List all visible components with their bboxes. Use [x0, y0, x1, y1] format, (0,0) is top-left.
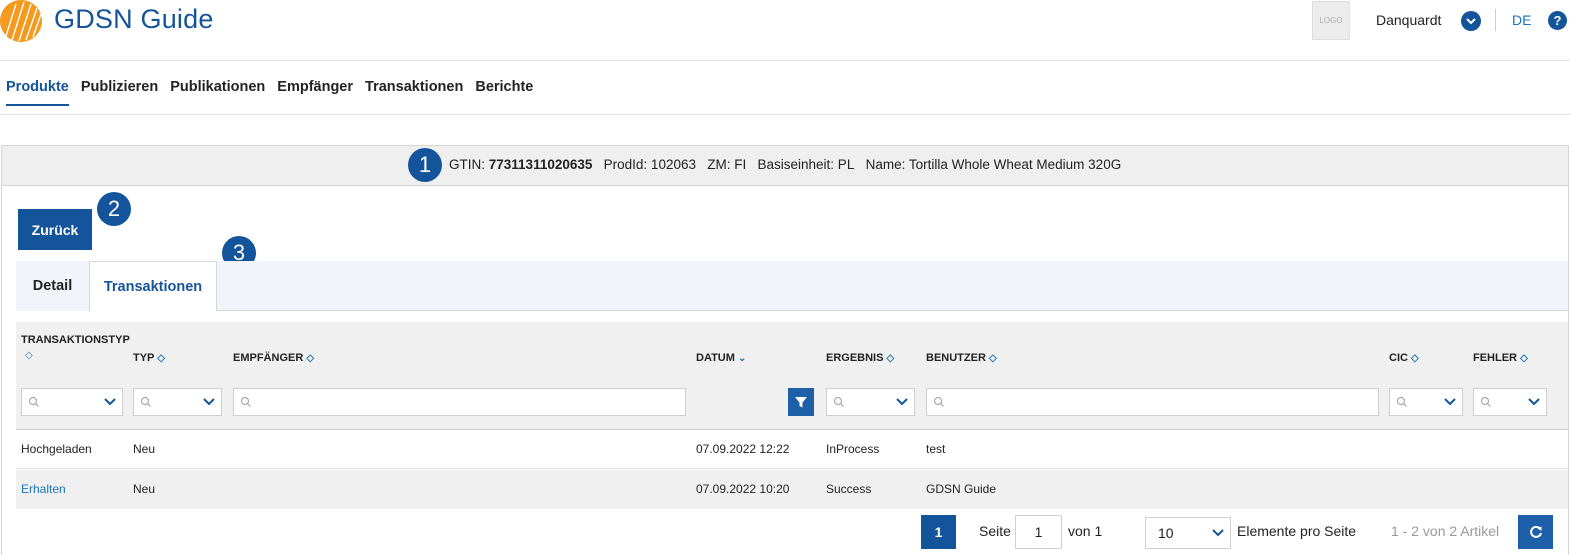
pager-page-label: Seite — [979, 523, 1011, 539]
refresh-button[interactable] — [1518, 515, 1553, 549]
tab-bar — [16, 261, 1568, 311]
filter-typ-select[interactable] — [133, 388, 222, 416]
sort-icon[interactable]: ◇ — [157, 353, 165, 364]
chevron-down-icon — [896, 398, 908, 406]
back-button[interactable]: Zurück — [18, 209, 92, 250]
annotation-badge-2: 2 — [97, 192, 131, 226]
cell-transaktionstyp-link[interactable]: Erhalten — [21, 482, 66, 496]
column-label-ergebnis: ERGEBNIS — [826, 352, 884, 364]
chevron-down-icon — [1444, 398, 1456, 406]
search-icon — [933, 396, 944, 407]
funnel-icon — [795, 397, 807, 408]
filter-fehler-select[interactable] — [1473, 388, 1547, 416]
pager-page-input[interactable]: 1 — [1015, 515, 1062, 549]
header-divider — [0, 60, 1570, 61]
column-header-cic[interactable]: CIC ◇ — [1389, 352, 1419, 364]
column-header-fehler[interactable]: FEHLER ◇ — [1473, 352, 1528, 364]
chevron-down-icon — [203, 398, 215, 406]
page-size-select[interactable]: 10 — [1145, 517, 1231, 549]
tab-detail[interactable]: Detail — [16, 261, 89, 311]
search-icon — [140, 396, 151, 407]
search-icon — [1396, 396, 1407, 407]
column-label-datum: DATUM — [696, 352, 735, 364]
cell-transaktionstyp: Hochgeladen — [21, 442, 92, 456]
filter-empfaenger-input[interactable] — [233, 388, 686, 416]
annotation-badge-1: 1 — [408, 148, 442, 182]
language-switch[interactable]: DE — [1512, 12, 1531, 28]
sort-icon[interactable]: ◇ — [989, 353, 997, 364]
column-label-fehler: FEHLER — [1473, 352, 1517, 364]
search-icon — [240, 396, 251, 407]
table-row[interactable]: Hochgeladen Neu 07.09.2022 12:22 InProce… — [16, 430, 1568, 469]
column-header-datum[interactable]: DATUM ⌄ — [696, 352, 746, 364]
nav-item-transaktionen[interactable]: Transaktionen — [365, 79, 463, 106]
main-nav: Produkte Publizieren Publikationen Empfä… — [6, 79, 533, 106]
nav-item-publizieren[interactable]: Publizieren — [81, 79, 158, 106]
prodid: ProdId: 102063 — [603, 157, 696, 172]
nav-divider — [0, 114, 1570, 115]
header-separator — [1495, 9, 1496, 31]
user-menu-chevron-icon[interactable] — [1461, 11, 1481, 31]
sort-icon[interactable]: ◇ — [1411, 353, 1419, 364]
app-title: GDSN Guide — [54, 4, 214, 34]
column-label-benutzer: BENUTZER — [926, 352, 986, 364]
sort-desc-icon[interactable]: ⌄ — [738, 353, 746, 364]
sort-icon[interactable]: ◇ — [887, 353, 895, 364]
sort-icon[interactable]: ◇ — [25, 350, 33, 361]
filter-benutzer-input[interactable] — [926, 388, 1379, 416]
user-name[interactable]: Danquardt — [1376, 12, 1441, 28]
refresh-icon — [1529, 525, 1542, 538]
gtin-label: GTIN: — [449, 157, 485, 172]
filter-cic-select[interactable] — [1389, 388, 1463, 416]
column-header-typ[interactable]: TYP ◇ — [133, 352, 165, 364]
filter-transaktionstyp-select[interactable] — [21, 388, 123, 416]
column-label-cic: CIC — [1389, 352, 1408, 364]
search-icon — [833, 396, 844, 407]
column-label-typ: TYP — [133, 352, 155, 364]
pager-current-page[interactable]: 1 — [921, 515, 956, 549]
basiseinheit: Basiseinheit: PL — [757, 157, 855, 172]
chevron-down-icon — [1528, 398, 1540, 406]
gtin-value: 77311311020635 — [488, 157, 593, 172]
customer-logo-placeholder: LOGO — [1312, 1, 1350, 40]
sort-icon[interactable]: ◇ — [306, 353, 314, 364]
column-header-ergebnis[interactable]: ERGEBNIS ◇ — [826, 352, 894, 364]
cell-ergebnis: Success — [826, 482, 872, 496]
page-size-value: 10 — [1158, 525, 1174, 541]
search-icon — [1480, 396, 1491, 407]
brand-logo-icon[interactable] — [0, 0, 42, 42]
column-header-transaktionstyp[interactable]: TRANSAKTIONSTYP — [21, 334, 130, 346]
chevron-down-icon — [104, 398, 116, 406]
page-size-label: Elemente pro Seite — [1237, 523, 1357, 539]
tab-transaktionen[interactable]: Transaktionen — [89, 261, 217, 312]
product-info: GTIN: 77311311020635 ProdId: 102063 ZM: … — [449, 157, 1121, 172]
chevron-down-icon — [1212, 529, 1224, 537]
cell-datum: 07.09.2022 10:20 — [696, 482, 790, 496]
cell-datum: 07.09.2022 12:22 — [696, 442, 790, 456]
nav-item-produkte[interactable]: Produkte — [6, 79, 69, 106]
nav-item-publikationen[interactable]: Publikationen — [170, 79, 265, 106]
nav-item-empfaenger[interactable]: Empfänger — [277, 79, 353, 106]
cell-benutzer: test — [926, 442, 946, 456]
sort-icon[interactable]: ◇ — [1520, 353, 1528, 364]
search-icon — [28, 396, 39, 407]
zm: ZM: FI — [707, 157, 747, 172]
column-header-empfaenger[interactable]: EMPFÄNGER ◇ — [233, 352, 314, 364]
filter-datum-button[interactable] — [788, 388, 814, 416]
filter-ergebnis-select[interactable] — [826, 388, 915, 416]
pager-info: 1 - 2 von 2 Artikel — [1391, 523, 1500, 539]
cell-ergebnis: InProcess — [826, 442, 880, 456]
cell-benutzer: GDSN Guide — [926, 482, 997, 496]
column-header-benutzer[interactable]: BENUTZER ◇ — [926, 352, 997, 364]
column-label-empfaenger: EMPFÄNGER — [233, 352, 304, 364]
table-row[interactable]: Erhalten Neu 07.09.2022 10:20 Success GD… — [16, 470, 1568, 509]
pager-of-label: von 1 — [1068, 523, 1103, 539]
help-icon[interactable]: ? — [1548, 11, 1567, 30]
product-name: Name: Tortilla Whole Wheat Medium 320G — [865, 157, 1122, 172]
nav-item-berichte[interactable]: Berichte — [475, 79, 533, 106]
cell-typ: Neu — [133, 482, 156, 496]
cell-typ: Neu — [133, 442, 156, 456]
